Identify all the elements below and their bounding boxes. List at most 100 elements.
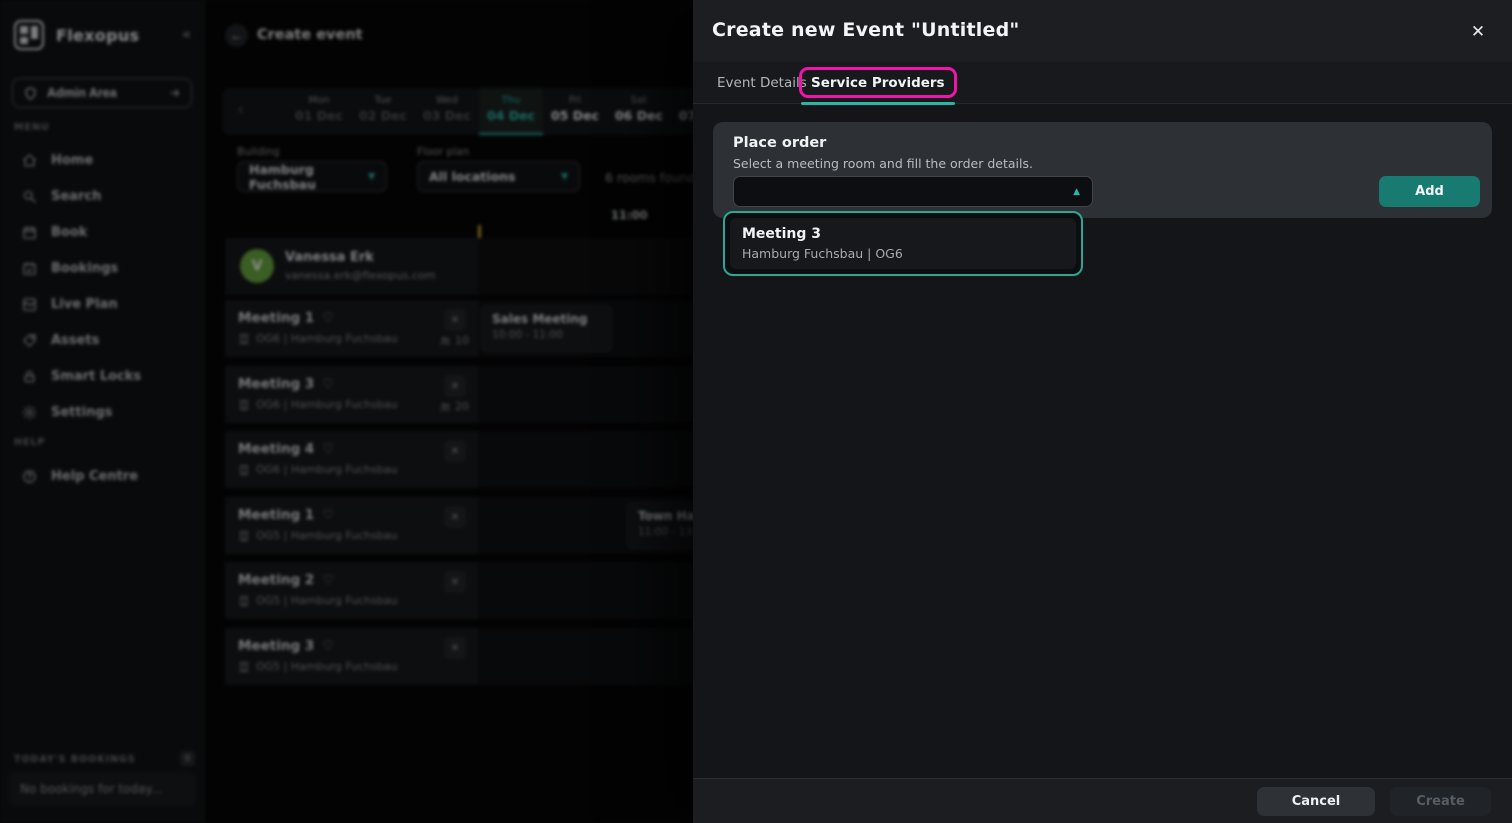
room-location: OG6 | Hamburg Fuchsbau	[256, 398, 398, 411]
close-icon: ✕	[451, 577, 459, 588]
people-icon	[439, 401, 451, 413]
building-icon	[238, 399, 250, 411]
live-plan-icon	[22, 297, 37, 312]
date-cell-fri[interactable]: Fri05 Dec	[543, 88, 607, 135]
logo-row: Flexopus «	[14, 20, 194, 52]
room-capacity: 10	[455, 334, 469, 347]
gear-icon	[22, 405, 37, 420]
app-name: Flexopus	[56, 26, 139, 45]
admin-area-label: Admin Area	[47, 86, 117, 100]
page-title: Create event	[257, 27, 363, 43]
remove-room-button[interactable]: ✕	[444, 440, 466, 462]
admin-area-button[interactable]: Admin Area	[12, 78, 192, 108]
sidebar-item-smart-locks[interactable]: Smart Locks	[0, 358, 205, 394]
remove-room-button[interactable]: ✕	[444, 506, 466, 528]
sidebar-item-label: Assets	[51, 333, 99, 348]
sidebar-item-label: Bookings	[51, 261, 118, 276]
sidebar-item-assets[interactable]: Assets	[0, 322, 205, 358]
tab-service-providers[interactable]: Service Providers	[807, 62, 949, 104]
building-select[interactable]: Hamburg Fuchsbau ▼	[237, 161, 387, 192]
close-icon: ✕	[451, 446, 459, 457]
date-cell-thu-selected[interactable]: Thu04 Dec	[479, 88, 543, 135]
building-icon	[238, 661, 250, 673]
modal-header: Create new Event "Untitled" ✕	[693, 0, 1512, 62]
event-time: 10:00 - 11:00	[492, 329, 601, 341]
sidebar-item-label: Book	[51, 225, 87, 240]
close-icon: ✕	[451, 643, 459, 654]
todays-bookings-label: TODAY'S BOOKINGS	[14, 754, 136, 765]
sidebar-item-label: Help Centre	[51, 469, 138, 484]
sidebar-item-bookings[interactable]: Bookings	[0, 250, 205, 286]
room-name: Meeting 3	[238, 376, 314, 392]
chevron-up-icon: ▲	[1073, 187, 1080, 197]
rooms-found-text: 6 rooms found	[605, 170, 696, 185]
floor-plan-select[interactable]: All locations ▼	[417, 161, 580, 192]
sidebar-collapse-icon[interactable]: «	[182, 25, 191, 43]
arrow-right-icon	[169, 87, 181, 99]
help-section-label: HELP	[14, 437, 45, 448]
meeting-room-select[interactable]: ▲	[733, 176, 1093, 207]
date-cell-sat[interactable]: Sat06 Dec	[607, 88, 671, 135]
book-icon	[22, 225, 37, 240]
building-icon	[238, 464, 250, 476]
remove-room-button[interactable]: ✕	[444, 309, 466, 331]
sidebar-item-book[interactable]: Book	[0, 214, 205, 250]
timeline-time-label: 11:00	[611, 208, 648, 222]
user-email: vanessa.erk@flexopus.com	[285, 269, 435, 282]
tab-event-details[interactable]: Event Details	[713, 62, 811, 104]
date-cell-tue[interactable]: Tue02 Dec	[351, 88, 415, 135]
favorite-heart-icon[interactable]: ♡	[322, 508, 334, 523]
date-cell-wed[interactable]: Wed03 Dec	[415, 88, 479, 135]
favorite-heart-icon[interactable]: ♡	[322, 639, 334, 654]
back-button[interactable]: ←	[225, 24, 248, 47]
sidebar-item-home[interactable]: Home	[0, 142, 205, 178]
chevron-left-icon[interactable]: ‹	[238, 102, 244, 118]
cancel-button[interactable]: Cancel	[1257, 787, 1375, 816]
help-centre-icon	[22, 469, 37, 484]
sidebar-item-label: Smart Locks	[51, 369, 141, 384]
room-location: OG5 | Hamburg Fuchsbau	[256, 529, 398, 542]
dropdown-option-meeting-3[interactable]: Meeting 3 Hamburg Fuchsbau | OG6	[730, 218, 1076, 269]
sidebar-item-label: Search	[51, 189, 101, 204]
remove-room-button[interactable]: ✕	[444, 571, 466, 593]
flexopus-logo-icon	[14, 20, 44, 50]
building-label: Building	[237, 146, 280, 158]
favorite-heart-icon[interactable]: ♡	[322, 311, 334, 326]
favorite-heart-icon[interactable]: ♡	[322, 573, 334, 588]
sidebar-item-settings[interactable]: Settings	[0, 394, 205, 430]
sidebar-item-search[interactable]: Search	[0, 178, 205, 214]
lock-icon	[22, 369, 37, 384]
favorite-heart-icon[interactable]: ♡	[322, 442, 334, 457]
avatar: V	[240, 249, 274, 283]
event-block[interactable]: Sales Meeting 10:00 - 11:00	[481, 305, 612, 352]
menu-section-label: MENU	[14, 122, 50, 133]
room-name: Meeting 1	[238, 310, 314, 326]
sidebar-help-nav: Help Centre	[0, 458, 205, 494]
close-icon: ✕	[451, 512, 459, 523]
modal-tabbar: Event Details Service Providers	[693, 62, 1512, 104]
room-capacity: 20	[455, 400, 469, 413]
favorite-heart-icon[interactable]: ♡	[322, 377, 334, 392]
search-icon	[22, 189, 37, 204]
date-cell-mon[interactable]: Mon01 Dec	[287, 88, 351, 135]
modal-footer: Cancel Create	[693, 778, 1512, 823]
remove-room-button[interactable]: ✕	[444, 375, 466, 397]
home-icon	[22, 153, 37, 168]
sidebar-item-label: Settings	[51, 405, 112, 420]
shield-icon	[23, 86, 38, 101]
sidebar: Flexopus « Admin Area MENU Home Search B…	[0, 0, 205, 823]
arrow-left-icon: ←	[230, 28, 243, 43]
room-location: OG5 | Hamburg Fuchsbau	[256, 594, 398, 607]
place-order-title: Place order	[733, 135, 826, 151]
create-button[interactable]: Create	[1390, 787, 1491, 816]
remove-room-button[interactable]: ✕	[444, 637, 466, 659]
sidebar-nav: Home Search Book Bookings Live Plan Asse…	[0, 142, 205, 430]
add-button[interactable]: Add	[1379, 176, 1480, 207]
room-name: Meeting 3	[238, 638, 314, 654]
building-icon	[238, 595, 250, 607]
sidebar-item-live-plan[interactable]: Live Plan	[0, 286, 205, 322]
sidebar-item-label: Home	[51, 153, 93, 168]
modal-close-button[interactable]: ✕	[1466, 20, 1490, 44]
sidebar-item-help-centre[interactable]: Help Centre	[0, 458, 205, 494]
room-name: Meeting 2	[238, 572, 314, 588]
